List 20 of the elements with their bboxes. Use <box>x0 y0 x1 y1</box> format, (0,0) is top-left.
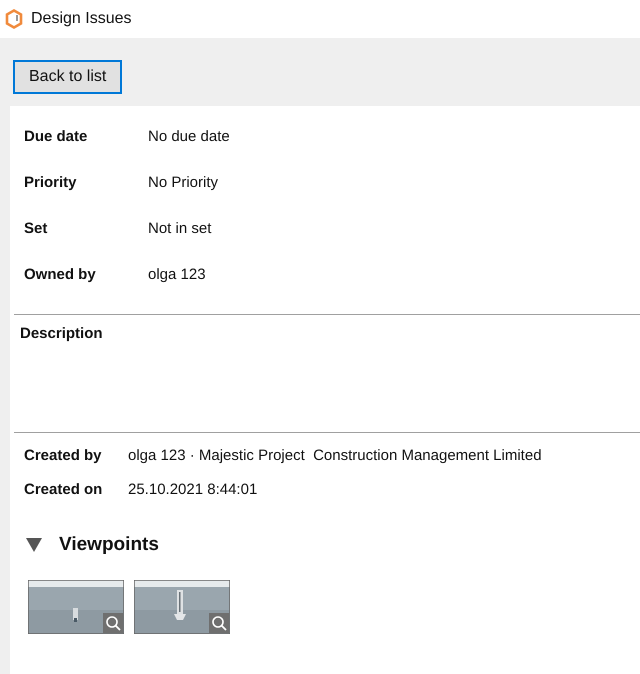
field-label: Created by <box>24 447 103 464</box>
search-icon[interactable] <box>209 613 229 633</box>
field-value: 25.10.2021 8:44:01 <box>128 481 258 498</box>
window-title: Design Issues <box>31 10 132 28</box>
back-button[interactable]: Back to list <box>13 60 122 94</box>
field-label: Owned by <box>24 266 97 283</box>
description-label: Description <box>20 325 103 342</box>
field-value: No due date <box>148 128 230 145</box>
search-icon[interactable] <box>103 613 123 633</box>
field-value: Not in set <box>148 220 212 237</box>
hexagon-logo-icon <box>5 9 23 29</box>
field-value: olga 123 · Majestic Project Construction Management Limited <box>128 447 542 464</box>
field-label: Due date <box>24 128 88 145</box>
field-label: Set <box>24 220 48 237</box>
section-title: Viewpoints <box>59 534 159 556</box>
field-label: Priority <box>24 174 78 191</box>
caret-icon[interactable] <box>25 537 43 553</box>
field-label: Created on <box>24 481 104 498</box>
field-value: olga 123 <box>148 266 206 283</box>
field-value: No Priority <box>148 174 218 191</box>
